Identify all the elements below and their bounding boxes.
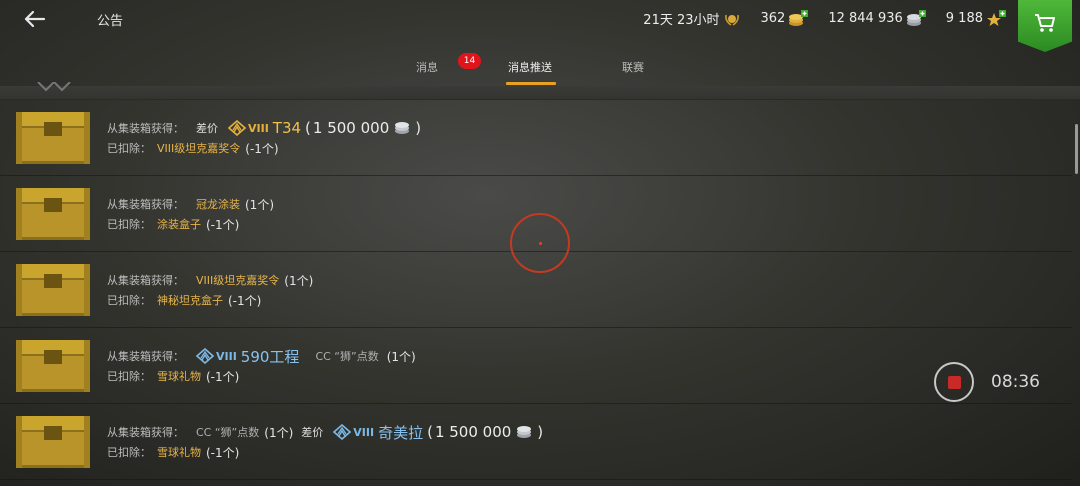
deducted-item: 神秘坦克盒子 — [157, 294, 223, 307]
deducted-count: (-1个) — [206, 445, 240, 460]
partial-item-icon — [37, 82, 71, 92]
difference-label: 差价 — [301, 426, 324, 439]
list-item[interactable]: 从集装箱获得： 差价 VIII T34 ( 1 500 000 ) 已扣除： V… — [0, 100, 1072, 176]
deducted-label: 已扣除： — [107, 294, 151, 307]
tier-premium-gold-icon — [228, 120, 246, 136]
extra-count: (1个) — [264, 425, 294, 440]
tank-name: T34 — [272, 119, 302, 137]
unread-badge: 14 — [458, 53, 481, 69]
list-top-divider — [0, 86, 1080, 100]
deducted-item: VIII级坦克嘉奖令 — [157, 142, 241, 155]
deducted-count: (-1个) — [206, 217, 240, 232]
tank-name: 590工程 — [240, 347, 300, 366]
tank-name: 奇美拉 — [378, 423, 424, 442]
credits-balance[interactable]: 12 844 936 — [828, 9, 926, 28]
shop-button[interactable] — [1018, 0, 1072, 52]
credits-value: 12 844 936 — [828, 11, 903, 26]
gold-coins-icon — [789, 9, 809, 26]
tab-messages[interactable]: 消息 — [416, 59, 438, 75]
crate-icon — [16, 264, 90, 316]
deducted-count: (-1个) — [245, 141, 279, 156]
silver-coins-icon — [906, 9, 926, 26]
crate-icon — [16, 188, 90, 240]
record-stop-icon — [947, 375, 961, 389]
free-xp-value: 9 188 — [945, 11, 983, 26]
reticle-dot — [539, 242, 542, 245]
deducted-label: 已扣除： — [107, 446, 151, 459]
obtained-label: 从集装箱获得： — [107, 122, 184, 135]
reward-name: VIII级坦克嘉奖令 — [196, 274, 280, 287]
tank-tier: VIII — [216, 349, 237, 363]
back-arrow-icon — [24, 10, 46, 28]
deducted-item: 雪球礼物 — [157, 370, 201, 383]
silver-icon — [517, 426, 532, 438]
difference-label: 差价 — [196, 122, 218, 135]
extra-reward: CC “狮”点数 — [196, 426, 260, 439]
deducted-count: (-1个) — [228, 293, 262, 308]
extra-count: (1个) — [386, 349, 416, 364]
deducted-label: 已扣除： — [107, 142, 151, 155]
gold-balance[interactable]: 362 — [760, 9, 809, 28]
deducted-item: 涂装盒子 — [157, 218, 201, 231]
list-item[interactable]: 从集装箱获得： VIII 590工程 CC “狮”点数 (1个) 已扣除： 雪球… — [0, 328, 1072, 404]
deducted-count: (-1个) — [206, 369, 240, 384]
timer-text: 21天 23小时 — [643, 13, 720, 28]
deducted-label: 已扣除： — [107, 218, 151, 231]
tier-premium-blue-icon — [333, 424, 352, 440]
tab-league[interactable]: 联赛 — [622, 59, 644, 75]
tank-tier: VIII — [353, 425, 375, 439]
target-reticle-icon — [510, 213, 570, 273]
record-stop-button[interactable] — [934, 362, 974, 402]
obtained-label: 从集装箱获得： — [107, 426, 184, 439]
back-button[interactable] — [20, 6, 50, 32]
tier-premium-blue-icon — [196, 348, 214, 364]
crate-icon — [16, 416, 90, 468]
reward-count: (1个) — [284, 273, 314, 288]
tab-push-messages[interactable]: 消息推送 — [508, 59, 552, 75]
obtained-label: 从集装箱获得： — [107, 198, 184, 211]
cart-icon — [1035, 14, 1055, 32]
recording-time: 08:36 — [991, 372, 1040, 392]
deducted-label: 已扣除： — [107, 370, 151, 383]
credit-amount: 1 500 000 — [312, 119, 390, 137]
gold-value: 362 — [760, 11, 786, 26]
page-title: 公告 — [97, 14, 124, 29]
tank-tier: VIII — [248, 121, 269, 135]
list-scrollbar[interactable] — [1075, 124, 1078, 174]
crate-icon — [16, 340, 90, 392]
currency-bar: 21天 23小时 362 12 844 936 9 188 — [643, 9, 1006, 28]
event-timer: 21天 23小时 — [643, 9, 740, 28]
reward-name: 冠龙涂装 — [196, 198, 240, 211]
top-bar: 公告 21天 23小时 362 12 844 936 9 188 — [0, 0, 1080, 52]
tab-bar: 消息 14 消息推送 联赛 — [0, 52, 1080, 86]
active-tab-indicator — [506, 82, 556, 85]
crate-icon — [16, 112, 90, 164]
obtained-label: 从集装箱获得： — [107, 350, 184, 363]
list-item[interactable]: 从集装箱获得： CC “狮”点数 (1个) 差价 VIII 奇美拉 ( 1 50… — [0, 404, 1072, 480]
reward-count: (1个) — [245, 197, 274, 212]
star-xp-icon — [987, 9, 1006, 26]
silver-icon — [395, 122, 410, 134]
laurel-icon — [724, 14, 739, 26]
obtained-label: 从集装箱获得： — [107, 274, 184, 287]
deducted-item: 雪球礼物 — [157, 446, 201, 459]
extra-reward: CC “狮”点数 — [315, 350, 379, 363]
free-xp-balance[interactable]: 9 188 — [945, 9, 1006, 28]
credit-amount: 1 500 000 — [434, 423, 512, 441]
